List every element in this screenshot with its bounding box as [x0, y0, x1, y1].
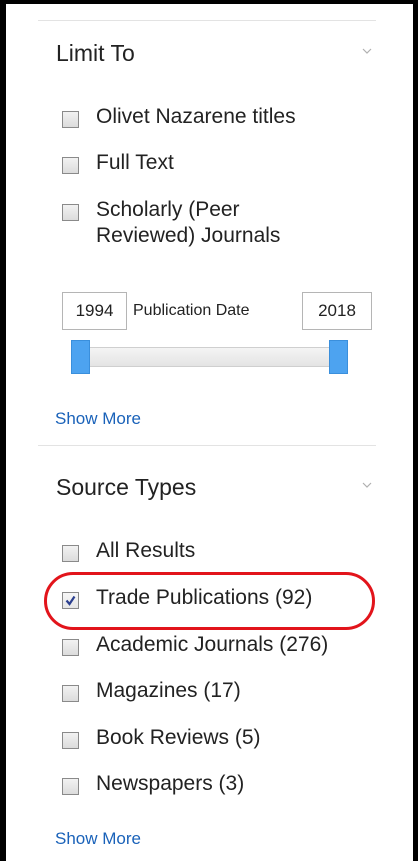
- option-label: Newspapers (3): [96, 772, 245, 795]
- option-label: Magazines (17): [96, 679, 241, 702]
- checkbox[interactable]: [62, 545, 79, 562]
- limit-to-show-more-link[interactable]: Show More: [55, 409, 141, 429]
- option-label: All Results: [96, 539, 196, 562]
- limit-option-scholarly[interactable]: Scholarly (Peer Reviewed) Journals: [62, 197, 280, 249]
- source-types-show-more-link[interactable]: Show More: [55, 829, 141, 849]
- limit-option-olivet[interactable]: Olivet Nazarene titles: [62, 104, 296, 130]
- option-label: Full Text: [96, 151, 174, 174]
- publication-date-to-input[interactable]: 2018: [302, 292, 372, 330]
- highlight-circle: [44, 572, 375, 630]
- source-type-book-reviews[interactable]: Book Reviews (5): [62, 725, 261, 751]
- option-label-line: Scholarly (Peer: [96, 198, 240, 221]
- option-label: Scholarly (Peer Reviewed) Journals: [96, 197, 280, 249]
- limit-to-title: Limit To: [56, 40, 135, 66]
- source-type-academic-journals[interactable]: Academic Journals (276): [62, 632, 328, 658]
- chevron-down-icon[interactable]: [362, 42, 372, 54]
- checkbox[interactable]: [62, 204, 79, 221]
- source-type-magazines[interactable]: Magazines (17): [62, 678, 241, 704]
- option-label: Academic Journals (276): [96, 633, 329, 656]
- publication-date-from-input[interactable]: 1994: [62, 292, 127, 330]
- limit-option-full-text[interactable]: Full Text: [62, 150, 174, 176]
- option-label: Olivet Nazarene titles: [96, 105, 296, 128]
- checkbox[interactable]: [62, 157, 79, 174]
- date-slider-handle-end[interactable]: [329, 340, 348, 374]
- checkbox[interactable]: [62, 639, 79, 656]
- checkbox[interactable]: [62, 685, 79, 702]
- checkbox[interactable]: [62, 111, 79, 128]
- source-type-all-results[interactable]: All Results: [62, 538, 195, 564]
- section-divider: [38, 20, 376, 21]
- checkbox[interactable]: [62, 732, 79, 749]
- date-range-slider-track[interactable]: [80, 347, 346, 367]
- source-types-title: Source Types: [56, 474, 197, 500]
- date-slider-handle-start[interactable]: [71, 340, 90, 374]
- section-divider: [38, 445, 376, 446]
- option-label: Book Reviews (5): [96, 726, 261, 749]
- option-label-line: Reviewed) Journals: [96, 224, 281, 247]
- source-type-newspapers[interactable]: Newspapers (3): [62, 771, 244, 797]
- checkbox[interactable]: [62, 778, 79, 795]
- chevron-down-icon[interactable]: [362, 476, 372, 488]
- publication-date-label: Publication Date: [133, 302, 250, 319]
